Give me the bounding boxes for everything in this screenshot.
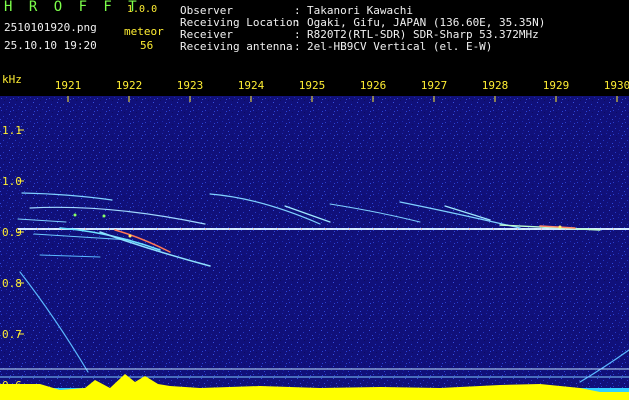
antenna-colon: : bbox=[294, 40, 301, 53]
meteor-count-value: 56 bbox=[140, 39, 154, 52]
time-tick-label: 1926 bbox=[360, 79, 387, 92]
app-version: 1.0.0 bbox=[127, 4, 158, 15]
time-tick-label: 1928 bbox=[482, 79, 509, 92]
echo-dot bbox=[558, 225, 562, 229]
app-brand: H R O F F T bbox=[4, 0, 141, 15]
echo-dot bbox=[102, 214, 106, 218]
time-tick-label: 1922 bbox=[116, 79, 143, 92]
time-tick-label: 1927 bbox=[421, 79, 448, 92]
echo-dot bbox=[128, 234, 132, 238]
time-tick-label: 1925 bbox=[299, 79, 326, 92]
time-tick-label: 1924 bbox=[238, 79, 265, 92]
echo-dot bbox=[73, 213, 77, 217]
time-tick-label: 1923 bbox=[177, 79, 204, 92]
time-tick-label: 1921 bbox=[55, 79, 82, 92]
y-axis-unit: kHz bbox=[2, 73, 22, 86]
timestamp: 25.10.10 19:20 bbox=[4, 39, 97, 52]
spectrogram-background bbox=[0, 72, 629, 400]
hrofft-window: H R O F F T 1.0.0 2510101920.png 25.10.1… bbox=[0, 0, 629, 400]
meteor-count-label: meteor bbox=[124, 25, 164, 38]
time-tick-label: 1929 bbox=[543, 79, 570, 92]
time-tick-label: 1930 bbox=[604, 79, 629, 92]
antenna-value: 2el-HB9CV Vertical (el. E-W) bbox=[307, 40, 493, 53]
antenna-label: Receiving antenna bbox=[180, 40, 293, 53]
spectrogram-plot: kHz 1921 1922 1923 1924 1925 1926 1927 1928 1929… bbox=[0, 72, 629, 400]
file-name: 2510101920.png bbox=[4, 21, 97, 34]
